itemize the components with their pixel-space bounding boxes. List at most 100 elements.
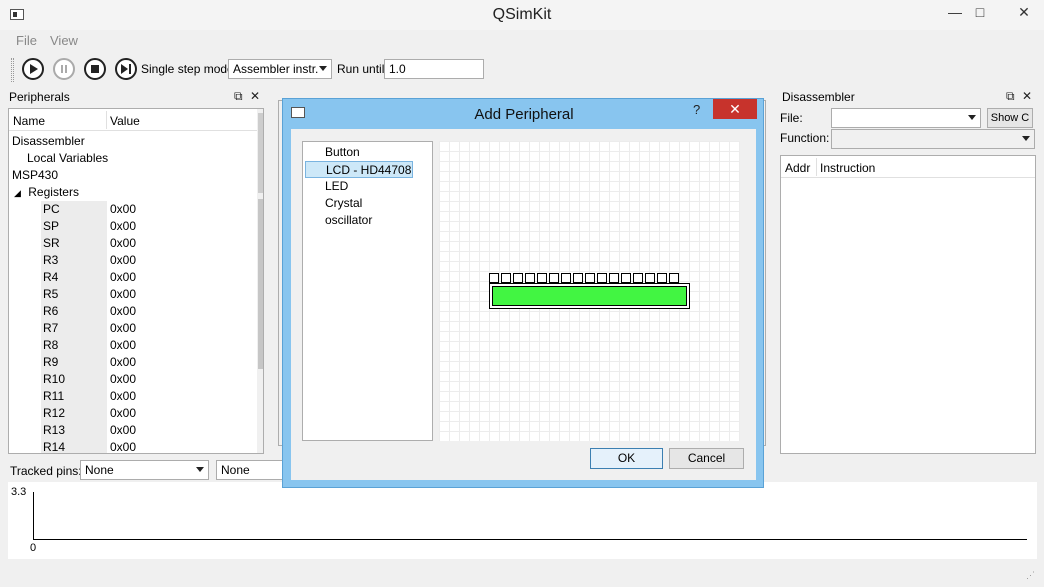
expand-triangle-icon[interactable]: ◢ [14,188,21,198]
signal-plot[interactable]: 3.3 0 [8,482,1037,559]
register-name[interactable]: R3 [41,252,107,269]
ok-button[interactable]: OK [590,448,663,469]
peripheral-list-item[interactable]: Button [305,144,413,161]
lcd-pin [657,273,667,283]
register-value[interactable]: 0x00 [110,235,136,252]
tracked-pin-1-value: None [85,463,114,477]
register-value[interactable]: 0x00 [110,286,136,303]
show-c-button[interactable]: Show C [987,108,1033,128]
close-icon[interactable]: ✕ [250,89,260,103]
peripheral-list-item[interactable]: LCD - HD44708 [305,161,413,178]
step-icon[interactable] [115,58,137,80]
lcd-pin-row [489,273,685,283]
lcd-pin [669,273,679,283]
lcd-pin [633,273,643,283]
tree-scrollbar[interactable] [257,109,263,453]
cancel-button[interactable]: Cancel [669,448,744,469]
close-button[interactable]: ✕ [1004,0,1044,24]
register-value[interactable]: 0x00 [110,439,136,453]
menu-file[interactable]: File [16,33,37,48]
peripheral-list-item[interactable]: Crystal oscillator [305,195,413,227]
register-name[interactable]: R5 [41,286,107,303]
peripheral-list-item[interactable]: LED [305,178,413,195]
pause-icon[interactable] [53,58,75,80]
lcd-pin [537,273,547,283]
maximize-button[interactable]: □ [965,0,995,24]
register-value[interactable]: 0x00 [110,405,136,422]
tree-item-disassembler[interactable]: Disassembler [12,133,85,150]
function-select[interactable] [831,129,1035,149]
register-name[interactable]: R12 [41,405,107,422]
lcd-pin [513,273,523,283]
tracked-pin-select-1[interactable]: None [80,460,209,480]
col-value-header[interactable]: Value [110,114,140,128]
register-value[interactable]: 0x00 [110,320,136,337]
run-until-input[interactable]: 1.0 [384,59,484,79]
register-value[interactable]: 0x00 [110,371,136,388]
float-icon[interactable]: ⧉ [1006,89,1015,104]
lcd-pin [549,273,559,283]
file-select[interactable] [831,108,981,128]
col-instruction-header[interactable]: Instruction [820,161,875,175]
register-value[interactable]: 0x00 [110,269,136,286]
register-name[interactable]: R10 [41,371,107,388]
title-bar: QSimKit — □ ✕ [0,0,1044,30]
play-icon[interactable] [22,58,44,80]
register-name[interactable]: R7 [41,320,107,337]
help-button[interactable]: ? [693,102,700,117]
dialog-close-button[interactable]: ✕ [713,99,757,119]
register-value[interactable]: 0x00 [110,354,136,371]
lcd-pin [525,273,535,283]
tree-scroll-track[interactable] [258,199,263,369]
disassembly-table[interactable]: Addr Instruction [780,155,1036,454]
disassembler-dock-title: Disassembler [780,88,1038,106]
register-value[interactable]: 0x00 [110,252,136,269]
single-step-label: Single step mode: [141,62,238,76]
peripherals-tree[interactable]: Name Value Disassembler Local Variables … [8,108,264,454]
register-name[interactable]: R13 [41,422,107,439]
tracked-pin-select-2[interactable]: None [216,460,286,480]
single-step-select[interactable]: Assembler instr. [228,59,332,79]
tree-header: Name Value [9,109,257,131]
disassembler-title: Disassembler [782,90,855,104]
tree-item-registers[interactable]: ◢ Registers [14,184,79,201]
col-name-header[interactable]: Name [13,114,45,128]
register-value[interactable]: 0x00 [110,201,136,218]
plot-y-min: 0 [30,542,37,554]
register-value[interactable]: 0x00 [110,218,136,235]
chevron-down-icon [319,66,327,71]
register-name[interactable]: R6 [41,303,107,320]
plot-x-axis [33,539,1027,540]
dialog-body: Button LCD - HD44708 LED Crystal oscillator… [291,129,756,480]
close-icon[interactable]: ✕ [1022,89,1032,103]
register-name[interactable]: R8 [41,337,107,354]
register-name[interactable]: R9 [41,354,107,371]
registers-label: Registers [28,185,79,199]
register-value[interactable]: 0x00 [110,388,136,405]
register-name[interactable]: R11 [41,388,107,405]
menu-view[interactable]: View [50,33,78,48]
resize-grip-icon[interactable]: ⋰ [1026,570,1035,581]
tree-scroll-thumb[interactable] [258,113,263,193]
col-addr-header[interactable]: Addr [785,161,810,175]
toolbar-grip[interactable] [11,58,14,82]
lcd-pin [501,273,511,283]
register-name[interactable]: R14 [41,439,107,453]
register-name[interactable]: PC [41,201,107,218]
stop-icon[interactable] [84,58,106,80]
register-name[interactable]: R4 [41,269,107,286]
plot-y-max: 3.3 [11,486,27,498]
register-value[interactable]: 0x00 [110,303,136,320]
tracked-pin-2-value: None [221,463,250,477]
register-name[interactable]: SP [41,218,107,235]
register-value[interactable]: 0x00 [110,422,136,439]
peripherals-dock-title: Peripherals [7,88,264,106]
tree-item-local-variables[interactable]: Local Variables [27,150,108,167]
tree-item-msp430[interactable]: MSP430 [12,167,58,184]
header-divider [106,111,107,129]
peripheral-list[interactable]: Button LCD - HD44708 LED Crystal oscillator [302,141,433,441]
register-value[interactable]: 0x00 [110,337,136,354]
register-name[interactable]: SR [41,235,107,252]
lcd-pin [597,273,607,283]
float-icon[interactable]: ⧉ [234,89,243,104]
